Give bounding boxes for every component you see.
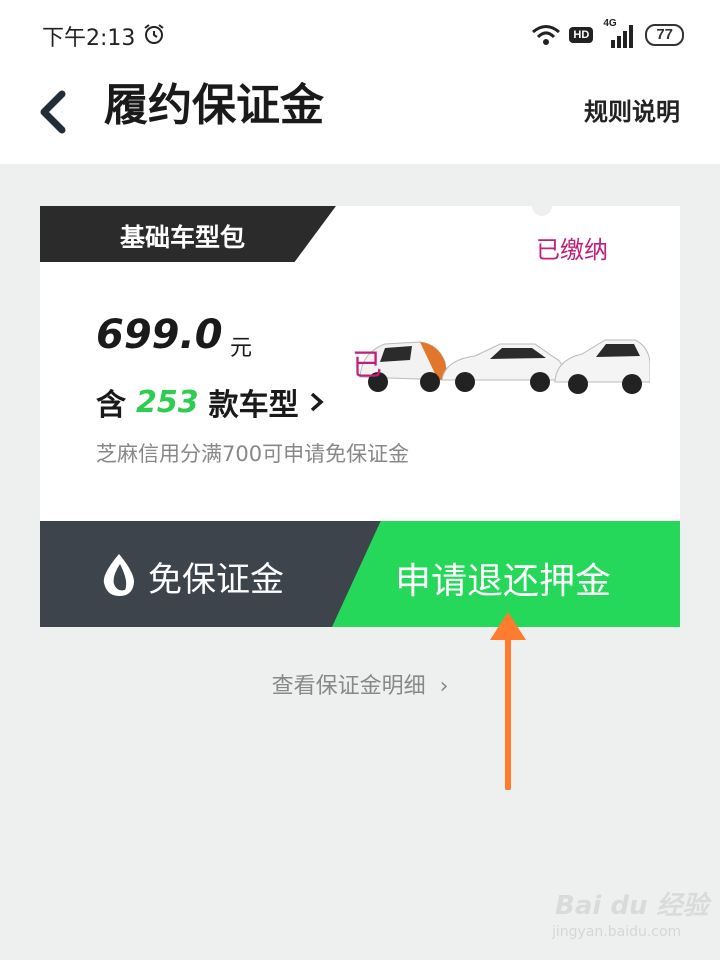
status-indicators: HD 4G 77 [531,18,684,52]
refund-deposit-label[interactable]: 申请退还押金 [395,552,611,604]
paid-status: 已缴纳 [536,236,608,264]
price-unit: 元 [230,336,253,361]
wifi-icon [532,25,561,45]
models-suffix: 款车型 [208,388,299,423]
car-sedan-1 [441,343,564,392]
signal-bars [611,25,634,48]
deposit-card: 基础车型包 已缴纳 699.0 元 含 253 款车型 芝麻信用分满700可申请… [40,206,680,627]
overlay-mark: 已 [352,348,382,383]
page-title: 履约保证金 [104,80,324,131]
card-notch [532,206,552,216]
models-prefix: 含 [96,388,126,423]
status-time: 下午2:13 [42,26,136,51]
hd-badge: HD [569,27,594,43]
car-hatch [554,339,650,394]
package-name: 基础车型包 [120,223,246,252]
free-deposit-label[interactable]: 免保证金 [148,552,284,601]
signal-icon: 4G [601,18,637,50]
chevron-right-icon: › [432,674,449,699]
status-bar: 下午2:13 HD 4G 77 [0,0,720,70]
watermark-logo: Bai du 经验 [555,891,709,921]
sesame-credit-icon [103,554,134,596]
back-arrow-icon[interactable] [34,88,74,136]
models-link[interactable]: 含 253 款车型 [96,380,325,424]
rules-link[interactable]: 规则说明 [584,92,680,127]
deposit-detail-label: 查看保证金明细 [271,674,426,699]
annotation-arrow-icon [490,612,526,790]
cars-image [359,339,650,394]
alarm-icon [144,24,164,44]
deposit-amount: 699.0 [96,312,223,358]
watermark-url: jingyan.baidu.com [552,924,682,940]
app-header: 履约保证金 规则说明 [0,70,720,164]
models-count: 253 [136,384,199,420]
chevron-right-icon [310,392,324,412]
credit-hint: 芝麻信用分满700可申请免保证金 [96,442,410,466]
battery-indicator: 77 [645,24,684,46]
deposit-detail-link[interactable]: 查看保证金明细 › [0,668,720,700]
